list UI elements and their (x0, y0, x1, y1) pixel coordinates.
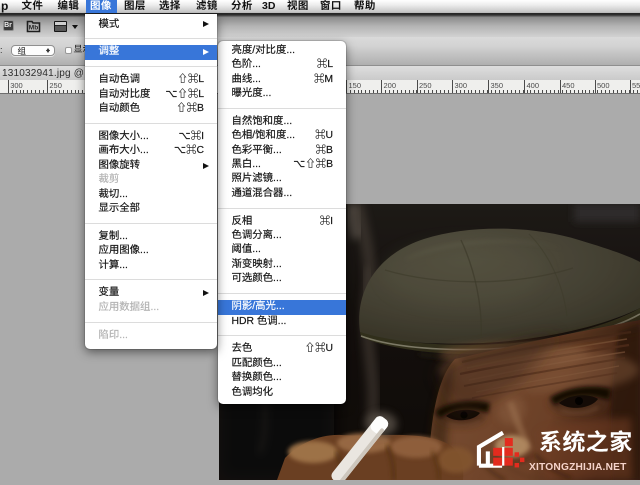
svg-text:Mb: Mb (29, 24, 38, 31)
